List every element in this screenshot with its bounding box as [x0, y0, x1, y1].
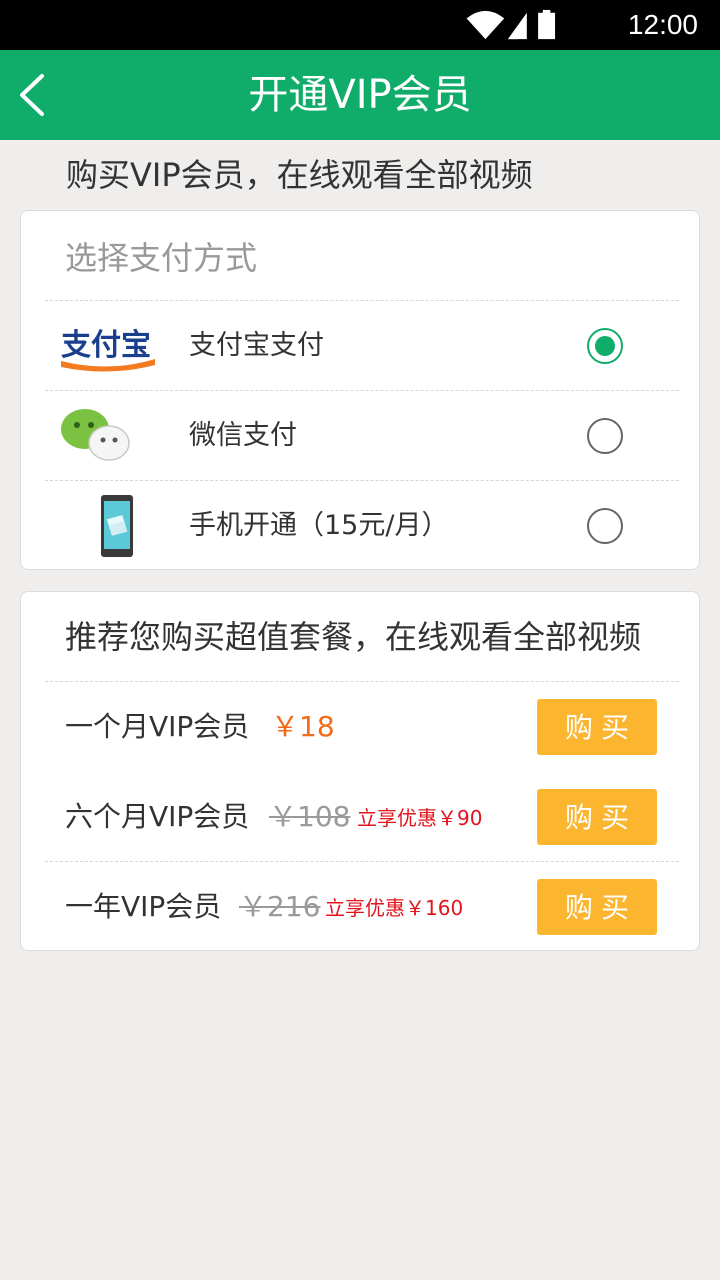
package-name: 一个月VIP会员 [65, 710, 250, 743]
package-promo: 立享优惠￥160 [325, 896, 464, 920]
status-icons [466, 9, 556, 40]
payment-option-phone[interactable]: 手机开通（15元/月） [21, 481, 699, 571]
status-bar: 12:00 [0, 0, 720, 50]
status-time: 12:00 [627, 9, 698, 40]
battery-icon [538, 9, 556, 40]
payment-option-label: 微信支付 [189, 420, 297, 451]
package-row: 一年VIP会员 ￥216 立享优惠￥160 购买 [21, 862, 699, 952]
radio-unselected[interactable] [587, 418, 623, 454]
radio-selected[interactable] [587, 328, 623, 364]
payment-option-alipay[interactable]: 支付宝 支付宝支付 [21, 301, 699, 391]
package-row: 一个月VIP会员 ￥18 购买 [21, 682, 699, 772]
page-title: 开通VIP会员 [248, 72, 472, 118]
payment-option-label: 支付宝支付 [189, 330, 324, 361]
signal-icon [508, 12, 527, 40]
title-bar: 开通VIP会员 [0, 50, 720, 140]
package-card: 推荐您购买超值套餐，在线观看全部视频 一个月VIP会员 ￥18 购买 六个月VI… [20, 591, 700, 951]
package-promo: 立享优惠￥90 [357, 806, 483, 830]
package-name: 一年VIP会员 [65, 890, 222, 923]
buy-button[interactable]: 购买 [537, 789, 657, 845]
package-row: 六个月VIP会员 ￥108 立享优惠￥90 购买 [21, 772, 699, 862]
alipay-logo-text: 支付宝 [61, 328, 151, 363]
package-price: ￥18 [271, 710, 335, 743]
payment-option-label: 手机开通（15元/月） [189, 510, 449, 541]
alipay-logo-icon: 支付宝 [61, 328, 155, 372]
phone-icon [101, 495, 133, 557]
payment-header: 选择支付方式 [65, 239, 258, 277]
wechat-logo-icon [61, 409, 130, 461]
package-name: 六个月VIP会员 [65, 800, 250, 833]
payment-method-card: 选择支付方式 支付宝 支付宝支付 微信支付 手机开通（15元/月） [20, 210, 700, 570]
buy-button[interactable]: 购买 [537, 879, 657, 935]
package-old-price: ￥108 [269, 800, 351, 833]
package-old-price: ￥216 [239, 890, 321, 923]
page-subtitle: 购买VIP会员，在线观看全部视频 [66, 156, 533, 194]
radio-unselected[interactable] [587, 508, 623, 544]
payment-option-wechat[interactable]: 微信支付 [21, 391, 699, 481]
wifi-icon [466, 10, 505, 40]
buy-button[interactable]: 购买 [537, 699, 657, 755]
package-header: 推荐您购买超值套餐，在线观看全部视频 [65, 618, 642, 656]
